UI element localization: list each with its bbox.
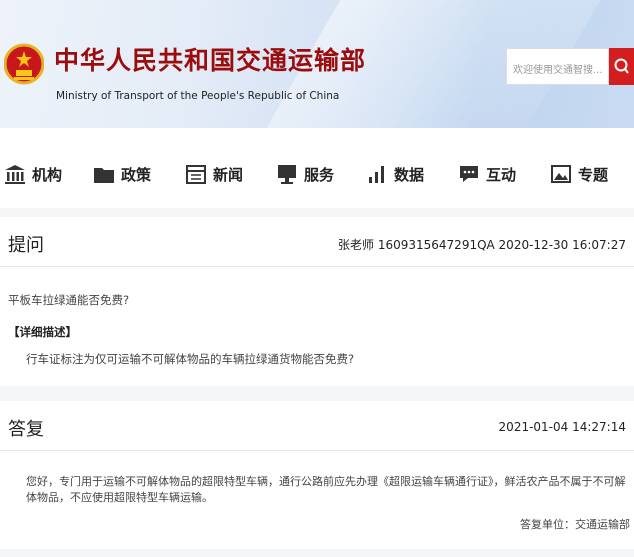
question-header: 提问 张老师 1609315647291QA 2020-12-30 16:07:… — [0, 217, 634, 267]
national-emblem-logo[interactable] — [4, 24, 44, 104]
folder-icon — [94, 168, 114, 183]
nav-label: 互动 — [486, 165, 517, 184]
nav-label: 专题 — [578, 165, 609, 184]
site-subtitle: Ministry of Transport of the People's Re… — [56, 90, 340, 102]
question-heading: 提问 — [8, 235, 44, 256]
nav-label: 政策 — [121, 165, 152, 184]
question-card: 提问 张老师 1609315647291QA 2020-12-30 16:07:… — [0, 217, 634, 386]
answer-card: 答复 2021-01-04 14:27:14 您好，专门用于运输不可解体物品的超… — [0, 401, 634, 549]
nav-item-policy[interactable]: 政策 — [93, 163, 151, 185]
nav-item-topics[interactable]: 专题 — [550, 163, 608, 185]
search-button[interactable] — [609, 48, 634, 85]
calendar-icon — [186, 165, 206, 184]
nav-item-interaction[interactable]: 互动 — [458, 163, 516, 185]
question-text: 平板车拉绿通能否免费? — [8, 293, 130, 307]
answer-text: 您好，专门用于运输不可解体物品的超限特型车辆，通行公路前应先办理《超限运输车辆通… — [26, 475, 626, 504]
site-title[interactable]: 中华人民共和国交通运输部 — [54, 41, 366, 77]
nav-label: 机构 — [32, 165, 63, 184]
search-icon — [614, 58, 629, 74]
nav-label: 数据 — [394, 165, 425, 184]
building-icon — [5, 165, 25, 184]
detail-label: 【详细描述】 — [8, 325, 77, 339]
nav-label: 新闻 — [213, 165, 244, 184]
bar-chart-icon — [369, 166, 384, 183]
chat-icon — [460, 166, 478, 182]
monitor-icon — [278, 165, 296, 184]
image-icon — [551, 165, 571, 183]
main-nav: 机构 政策 新闻 服务 数据 互动 专题 — [0, 128, 634, 208]
search-input[interactable]: 欢迎使用交通智搜... — [506, 48, 609, 85]
answer-heading: 答复 — [8, 419, 44, 440]
nav-item-data[interactable]: 数据 — [366, 163, 424, 185]
site-header: 中华人民共和国交通运输部 Ministry of Transport of th… — [0, 0, 634, 128]
answer-date: 2021-01-04 14:27:14 — [498, 420, 626, 434]
nav-item-institutions[interactable]: 机构 — [4, 163, 62, 185]
nav-label: 服务 — [304, 165, 335, 184]
nav-item-news[interactable]: 新闻 — [185, 163, 243, 185]
nav-item-services[interactable]: 服务 — [276, 163, 334, 185]
question-detail: 行车证标注为仅可运输不可解体物品的车辆拉绿通货物能否免费? — [26, 352, 355, 366]
answer-unit: 答复单位：交通运输部 — [520, 518, 630, 531]
question-meta: 张老师 1609315647291QA 2020-12-30 16:07:27 — [338, 238, 626, 252]
answer-header: 答复 2021-01-04 14:27:14 — [0, 401, 634, 451]
